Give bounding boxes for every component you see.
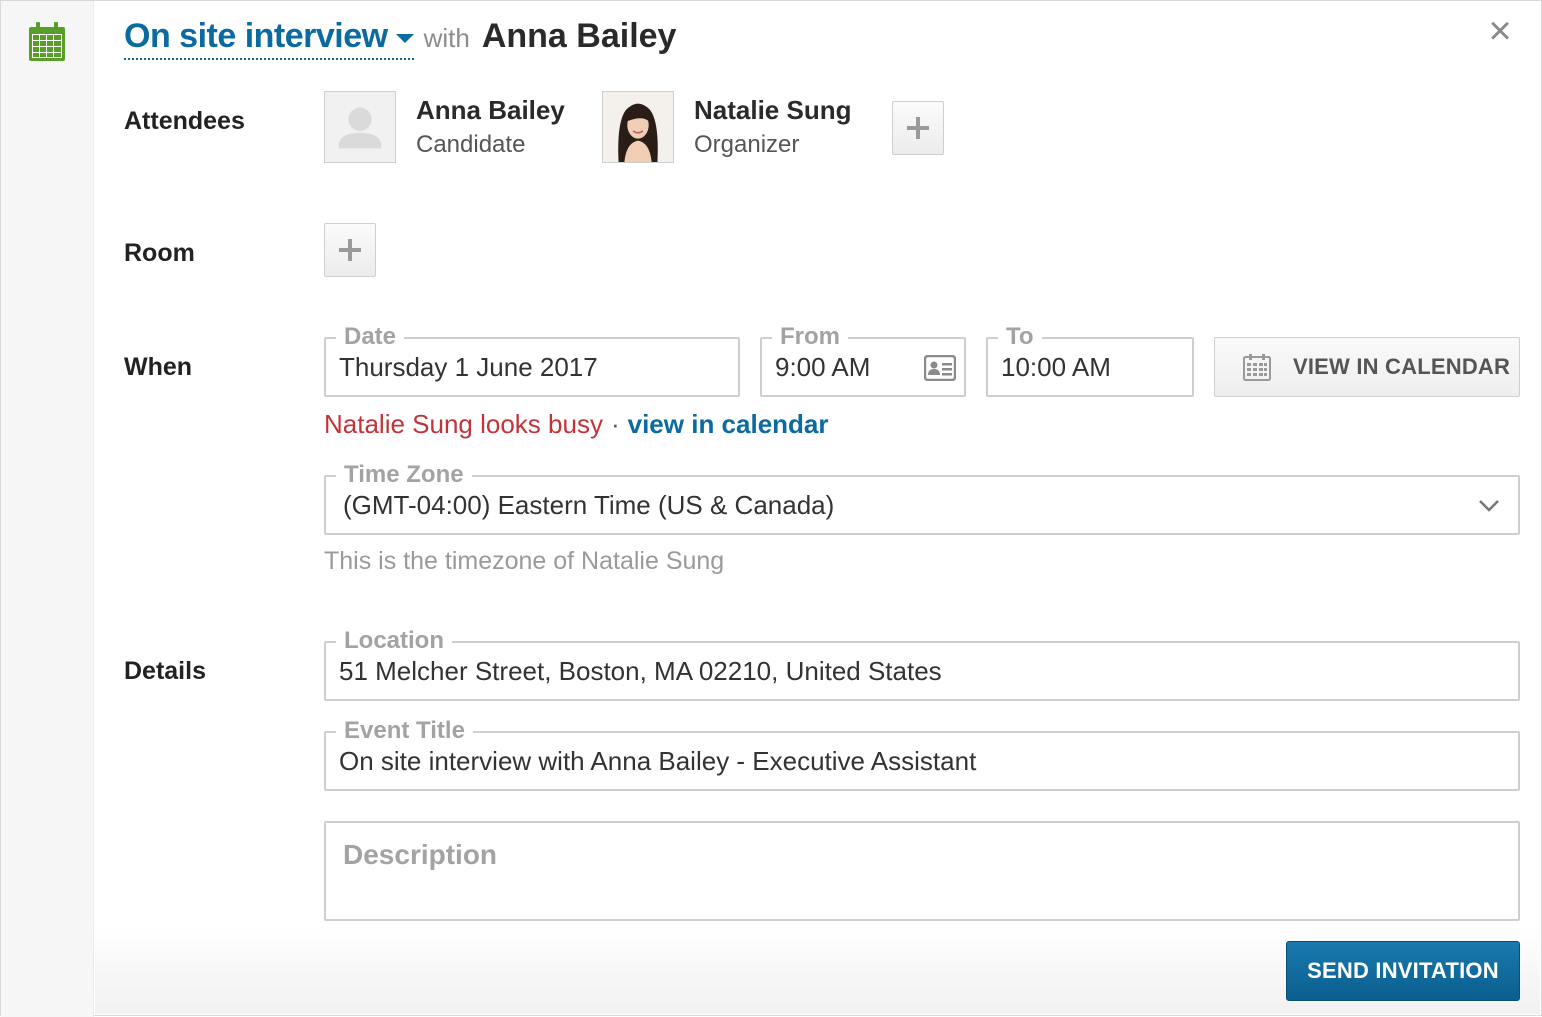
profile-photo-icon: [603, 92, 673, 162]
side-strip: [1, 1, 94, 1017]
separator-dot: ·: [610, 409, 620, 439]
calendar-icon: [29, 22, 65, 61]
attendees-label: Attendees: [124, 107, 245, 135]
timezone-note: This is the timezone of Natalie Sung: [324, 547, 725, 575]
add-attendee-button[interactable]: [892, 101, 944, 155]
send-invitation-button[interactable]: SEND INVITATION: [1286, 941, 1520, 1001]
attendee-name: Anna Bailey: [416, 95, 565, 125]
contact-card-icon[interactable]: [924, 355, 956, 381]
room-label: Room: [124, 239, 195, 267]
when-label: When: [124, 353, 193, 381]
busy-text: Natalie Sung looks busy: [324, 409, 603, 439]
event-title-field[interactable]: Event Title On site interview with Anna …: [324, 718, 1520, 791]
description-textarea[interactable]: [324, 821, 1520, 921]
to-value: 10:00 AM: [1001, 351, 1111, 382]
availability-warning: Natalie Sung looks busy · view in calendar: [324, 409, 829, 440]
chevron-down-icon: [1479, 500, 1499, 512]
view-in-calendar-link[interactable]: view in calendar: [628, 409, 829, 439]
person-placeholder-icon: [325, 92, 395, 162]
event-title-value: On site interview with Anna Bailey - Exe…: [339, 745, 977, 776]
calendar-icon: [1243, 354, 1271, 381]
organizer-avatar: [602, 91, 674, 163]
from-value: 9:00 AM: [775, 351, 871, 382]
attendee-name: Natalie Sung: [694, 95, 852, 125]
timezone-value: (GMT-04:00) Eastern Time (US & Canada): [343, 489, 835, 520]
to-time-field[interactable]: To 10:00 AM: [986, 324, 1194, 397]
attendee-role: Candidate: [416, 131, 526, 158]
timezone-select[interactable]: Time Zone (GMT-04:00) Eastern Time (US &…: [324, 462, 1520, 535]
add-room-button[interactable]: [324, 223, 376, 277]
location-field[interactable]: Location 51 Melcher Street, Boston, MA 0…: [324, 628, 1520, 701]
dialog-header: On site interview with Anna Bailey: [124, 17, 676, 65]
location-value: 51 Melcher Street, Boston, MA 02210, Uni…: [339, 655, 942, 686]
candidate-name-heading: Anna Bailey: [481, 17, 677, 55]
view-in-calendar-button[interactable]: VIEW IN CALENDAR: [1214, 337, 1520, 397]
plus-icon: [339, 239, 361, 261]
event-type-label: On site interview: [124, 17, 388, 55]
candidate-avatar: [324, 91, 396, 163]
attendee-role: Organizer: [694, 131, 800, 158]
date-value: Thursday 1 June 2017: [339, 351, 598, 382]
from-time-field[interactable]: From 9:00 AM: [760, 324, 966, 397]
date-field[interactable]: Date Thursday 1 June 2017: [324, 324, 740, 397]
caret-down-icon: [395, 34, 414, 43]
details-label: Details: [124, 657, 206, 685]
with-word: with: [423, 23, 470, 53]
plus-icon: [907, 117, 929, 139]
event-type-dropdown[interactable]: On site interview: [124, 17, 414, 60]
view-in-calendar-label: VIEW IN CALENDAR: [1293, 354, 1511, 379]
close-icon[interactable]: ×: [1485, 11, 1515, 51]
schedule-interview-dialog: × On site interview with Anna Bailey Att…: [0, 0, 1542, 1017]
